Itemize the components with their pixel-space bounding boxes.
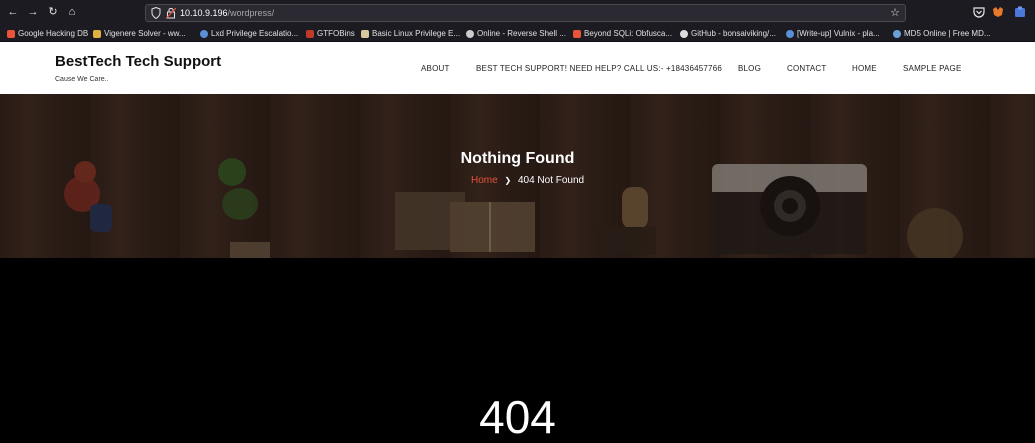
browser-toolbar: ← → ↻ ⌂ 10.10.9.196/wordpress/ ☆ [0, 0, 1035, 25]
bookmark-label: [Write-up] Vulnix - pla... [797, 29, 880, 38]
menu-item-contact[interactable]: CONTACT [787, 64, 826, 73]
wordpress-icon [200, 29, 208, 38]
wordpress-icon [786, 29, 794, 38]
extension-fox-icon[interactable] [991, 5, 1005, 19]
insecure-lock-icon[interactable] [166, 7, 176, 19]
bookmarks-toolbar: Google Hacking DB Vigenere Solver - ww..… [0, 25, 1035, 42]
address-bar[interactable]: 10.10.9.196/wordpress/ ☆ [145, 4, 906, 22]
bookmark-label: Vigenere Solver - ww... [104, 29, 186, 38]
bookmark-item[interactable]: [Write-up] Vulnix - pla... [786, 27, 880, 40]
bookmark-item[interactable]: GTFOBins [306, 27, 355, 40]
bookmark-favicon-icon [7, 29, 15, 38]
url-text[interactable]: 10.10.9.196/wordpress/ [180, 7, 274, 20]
bookmark-label: Google Hacking DB [18, 29, 89, 38]
breadcrumb: Home ❯ 404 Not Found [471, 175, 584, 186]
menu-item-home[interactable]: HOME [852, 64, 877, 73]
extension-icon[interactable] [1013, 5, 1027, 19]
bookmark-label: MD5 Online | Free MD... [904, 29, 991, 38]
bookmark-item[interactable]: MD5 Online | Free MD... [893, 27, 991, 40]
home-icon[interactable]: ⌂ [65, 5, 79, 19]
url-host: 10.10.9.196 [180, 8, 228, 18]
bookmark-item[interactable]: Google Hacking DB [7, 27, 88, 40]
skull-icon [466, 29, 474, 38]
bookmark-item[interactable]: GitHub - bonsaiviking/... [680, 27, 776, 40]
url-path: /wordpress/ [227, 8, 275, 18]
bookmark-label: GitHub - bonsaiviking/... [691, 29, 776, 38]
bookmark-favicon-icon [893, 29, 901, 38]
breadcrumb-current: 404 Not Found [517, 175, 585, 186]
bookmark-item[interactable]: Lxd Privilege Escalatio... [200, 27, 298, 40]
bookmark-favicon-icon [93, 29, 101, 38]
site-title[interactable]: BestTech Tech Support [55, 53, 221, 70]
bookmark-label: GTFOBins [317, 29, 355, 38]
page-banner: Nothing Found Home ❯ 404 Not Found [0, 94, 1035, 258]
menu-item-support[interactable]: BEST TECH SUPPORT! NEED HELP? CALL US:- … [476, 64, 722, 73]
menu-item-sample-page[interactable]: SAMPLE PAGE [903, 64, 962, 73]
bookmark-item[interactable]: Basic Linux Privilege E... [361, 27, 460, 40]
back-arrow-icon[interactable]: ← [6, 5, 20, 19]
bookmark-item[interactable]: Vigenere Solver - ww... [93, 27, 186, 40]
forward-arrow-icon[interactable]: → [26, 5, 40, 19]
bookmark-label: Lxd Privilege Escalatio... [211, 29, 299, 38]
bookmark-item[interactable]: Online - Reverse Shell ... [466, 27, 566, 40]
error-code-heading: 404 [479, 391, 556, 443]
bookmark-label: Online - Reverse Shell ... [477, 29, 566, 38]
pocket-icon[interactable] [972, 5, 986, 19]
breadcrumb-home-link[interactable]: Home [471, 175, 498, 186]
chevron-right-icon: ❯ [504, 176, 512, 185]
bookmark-item[interactable]: Beyond SQLi: Obfusca... [573, 27, 672, 40]
github-icon [680, 29, 688, 38]
site-tagline: Cause We Care.. [55, 76, 109, 83]
site-header: BestTech Tech Support Cause We Care.. AB… [0, 42, 1035, 94]
bookmark-star-icon[interactable]: ☆ [890, 6, 900, 19]
bookmark-label: Basic Linux Privilege E... [372, 29, 461, 38]
shield-icon[interactable] [151, 7, 161, 19]
reload-icon[interactable]: ↻ [46, 5, 60, 19]
bookmark-favicon-icon [361, 29, 369, 38]
bookmark-favicon-icon [306, 29, 314, 38]
menu-item-about[interactable]: ABOUT [421, 64, 450, 73]
page-title: Nothing Found [460, 150, 575, 167]
bookmark-favicon-icon [573, 29, 581, 38]
menu-item-blog[interactable]: BLOG [738, 64, 761, 73]
bookmark-label: Beyond SQLi: Obfusca... [584, 29, 673, 38]
